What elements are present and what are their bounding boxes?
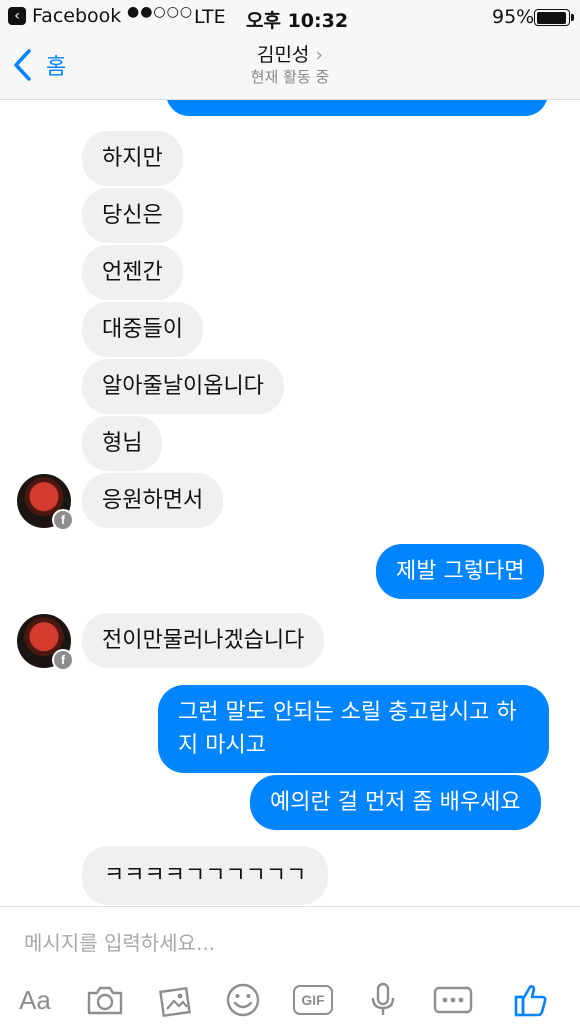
conversation-header: 홈 김민성 › 현재 활동 중: [0, 34, 580, 100]
gallery-button[interactable]: [153, 977, 199, 1023]
gif-icon: GIF: [293, 985, 333, 1015]
text-format-button[interactable]: Aa: [12, 977, 58, 1023]
like-button[interactable]: [508, 977, 554, 1023]
more-button[interactable]: [429, 977, 477, 1023]
message-bubble[interactable]: ㅋㅋㅋㅋㄱㄱㄱㄱㄱㄱ: [82, 846, 329, 905]
message-bubble[interactable]: 알아줄날이옵니다: [82, 359, 284, 414]
message-bubble-partial[interactable]: [166, 100, 548, 116]
emoji-button[interactable]: [220, 977, 266, 1023]
battery-percent: 95%: [492, 6, 535, 28]
more-icon: [433, 986, 473, 1014]
contact-name: 김민성: [256, 44, 310, 66]
active-status: 현재 활동 중: [250, 68, 330, 86]
emoji-icon: [226, 983, 260, 1017]
contact-name-button[interactable]: 김민성 ›: [0, 40, 580, 67]
gif-button[interactable]: GIF: [290, 977, 336, 1023]
message-bubble[interactable]: 하지만: [82, 131, 183, 186]
avatar[interactable]: f: [17, 614, 74, 671]
camera-button[interactable]: [82, 977, 128, 1023]
text-format-label: Aa: [19, 984, 51, 1015]
message-bubble[interactable]: 전이만물러나겠습니다: [82, 613, 325, 668]
message-line: 지 마시고: [178, 733, 266, 758]
message-bubble[interactable]: 응원하면서: [82, 473, 224, 528]
battery-icon: [534, 9, 574, 26]
like-icon: [514, 985, 547, 1017]
back-to-app-button[interactable]: ‹ Facebook: [8, 5, 121, 27]
avatar[interactable]: f: [17, 474, 74, 531]
camera-icon: [87, 986, 123, 1015]
gif-label: GIF: [301, 992, 325, 1008]
carrier-label: LTE: [194, 6, 226, 28]
message-bubble[interactable]: 언젠간: [82, 245, 183, 300]
composer: 메시지를 입력하세요... Aa GIF: [0, 906, 580, 1031]
message-bubble[interactable]: 제발 그렇다면: [376, 544, 545, 599]
composer-toolbar: Aa GIF: [0, 977, 580, 1023]
message-bubble-multiline[interactable]: 그런 말도 안되는 소릴 충고랍시고 하 지 마시고: [158, 685, 549, 773]
back-app-label: Facebook: [32, 5, 122, 27]
clock: 오후 10:32: [246, 10, 349, 32]
message-bubble[interactable]: 형님: [82, 416, 163, 471]
microphone-icon: [371, 982, 395, 1015]
message-line: 그런 말도 안되는 소릴 충고랍시고 하: [178, 700, 517, 725]
gallery-icon: [159, 986, 191, 1018]
back-app-icon: ‹: [8, 7, 26, 25]
microphone-button[interactable]: [360, 977, 406, 1023]
status-bar: ‹ Facebook ●●○○○ LTE 오후 10:32 95%: [0, 0, 580, 34]
message-bubble[interactable]: 당신은: [82, 188, 183, 243]
message-bubble[interactable]: 예의란 걸 먼저 좀 배우세요: [250, 775, 541, 830]
message-input[interactable]: 메시지를 입력하세요...: [24, 927, 215, 956]
battery-fill: [536, 11, 566, 24]
facebook-badge-icon: f: [52, 649, 74, 671]
signal-strength-icon: ●●○○○: [127, 4, 194, 20]
facebook-badge-icon: f: [52, 509, 74, 531]
message-list[interactable]: 하지만 당신은 언젠간 대중들이 알아줄날이옵니다 형님 f 응원하면서 제발 …: [0, 100, 580, 906]
chevron-right-icon: ›: [315, 44, 324, 66]
message-bubble[interactable]: 대중들이: [82, 302, 203, 357]
